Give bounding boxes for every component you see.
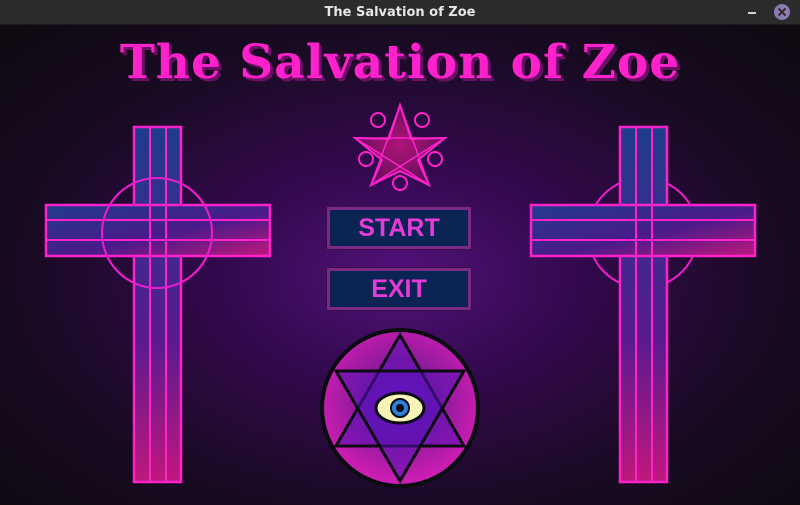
hexagram-eye-icon (320, 328, 480, 488)
start-button[interactable]: START (327, 207, 471, 249)
game-title: The Salvation of Zoe (119, 35, 681, 90)
minimize-button[interactable] (744, 4, 760, 20)
pentagram-icon (352, 101, 448, 191)
game-canvas: The Salvation of Zoe START EXIT (0, 25, 800, 505)
app-window: The Salvation of Zoe The Salvation of Zo… (0, 0, 800, 505)
exit-button[interactable]: EXIT (327, 268, 471, 310)
close-button[interactable] (774, 4, 790, 20)
right-cross-icon (529, 125, 757, 484)
window-titlebar[interactable]: The Salvation of Zoe (0, 0, 800, 25)
left-cross-icon (44, 125, 272, 484)
menu-artwork (44, 101, 757, 488)
window-title: The Salvation of Zoe (324, 5, 476, 20)
